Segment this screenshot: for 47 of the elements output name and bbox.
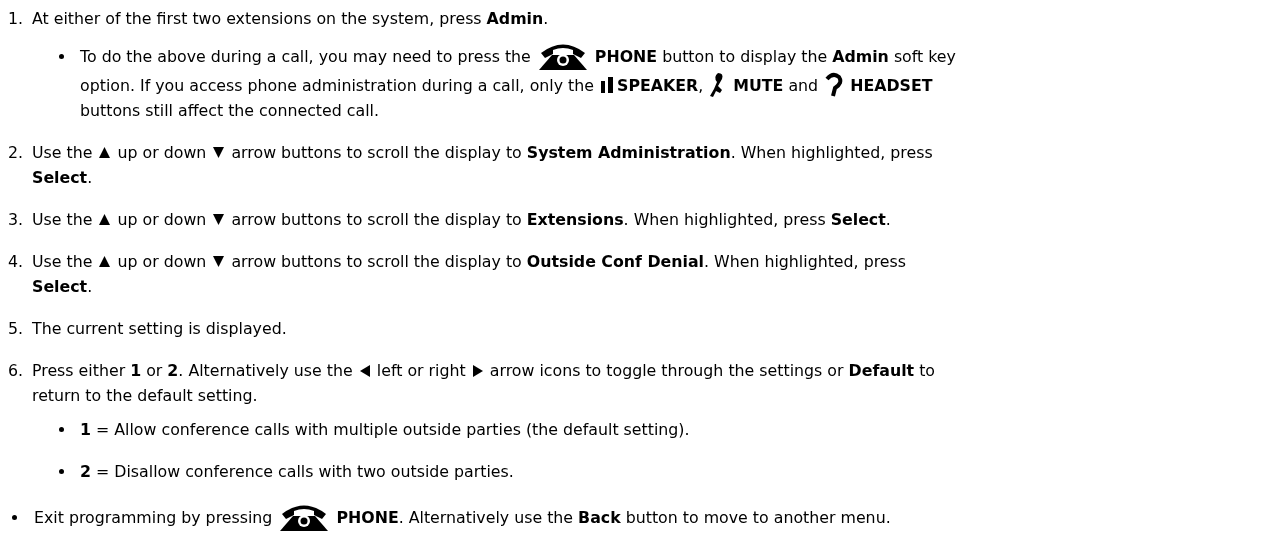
instruction-text: Use the — [32, 251, 94, 273]
down-arrow-icon — [212, 146, 226, 159]
bullet-icon — [59, 53, 64, 59]
bullet-icon — [59, 427, 64, 432]
instruction-text: 2 = Disallow conference calls with two outside parties. — [80, 461, 514, 483]
step-number: 4. — [8, 252, 25, 271]
instruction-text: arrow icons to toggle through the settings or Default to — [488, 360, 936, 382]
speaker-icon — [600, 76, 616, 94]
instruction-text: left or right — [375, 360, 467, 382]
instruction-text: 1 = Allow conference calls with multiple outside parties (the default setting). — [80, 419, 690, 441]
instruction-text: up or down — [116, 209, 208, 231]
step-number: 6. — [8, 361, 25, 380]
instruction-text: Select. — [32, 276, 93, 298]
bullet-icon — [12, 514, 17, 520]
down-arrow-icon — [212, 255, 226, 268]
down-arrow-icon — [212, 213, 226, 226]
left-arrow-icon — [358, 363, 371, 378]
instruction-text: option. If you access phone administration during a call, only the — [80, 74, 595, 97]
instruction-text: arrow buttons to scroll the display to Extensions. When highlighted, press Select. — [230, 209, 891, 231]
up-arrow-icon — [98, 146, 112, 159]
instruction-text: Exit programming by pressing — [34, 506, 274, 529]
instruction-text: up or down — [116, 142, 208, 164]
instruction-text: buttons still affect the connected call. — [80, 100, 379, 122]
instruction-text: The current setting is displayed. — [32, 318, 287, 340]
instruction-text: SPEAKER, — [617, 74, 705, 97]
instruction-text: up or down — [116, 251, 208, 273]
instruction-text: return to the default setting. — [32, 385, 258, 407]
instruction-text: MUTE and — [732, 74, 820, 97]
instruction-text: arrow buttons to scroll the display to Outside Conf Denial. When highlighted, press — [230, 251, 906, 273]
step-number: 3. — [8, 210, 25, 229]
step-number: 5. — [8, 319, 25, 338]
instruction-text: Use the — [32, 209, 94, 231]
up-arrow-icon — [98, 255, 112, 268]
instruction-text: HEADSET — [849, 74, 933, 97]
instruction-text: PHONE. Alternatively use the Back button to move to another menu. — [335, 506, 891, 529]
instruction-text: Use the — [32, 142, 94, 164]
instruction-text: arrow buttons to scroll the display to System Administration. When highlighted, press — [230, 142, 933, 164]
step-number: 1. — [8, 9, 25, 28]
instruction-text: Select. — [32, 167, 93, 189]
instruction-text: Press either 1 or 2. Alternatively use the — [32, 360, 354, 382]
instruction-text: PHONE button to display the Admin soft key — [593, 45, 956, 68]
step-number: 2. — [8, 143, 25, 162]
instruction-text: At either of the first two extensions on the system, press Admin. — [32, 8, 549, 30]
instruction-text: To do the above during a call, you may need to press the — [80, 45, 532, 68]
right-arrow-icon — [471, 363, 484, 378]
bullet-icon — [59, 469, 64, 474]
up-arrow-icon — [98, 213, 112, 226]
